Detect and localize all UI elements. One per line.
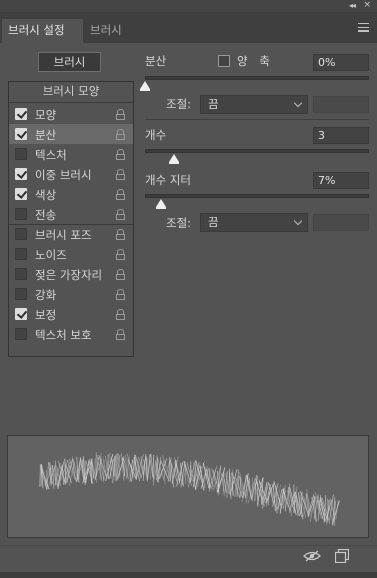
section-checkbox[interactable] xyxy=(15,128,27,140)
lock-icon[interactable] xyxy=(116,209,125,220)
section-item[interactable]: 젖은 가장자리 xyxy=(9,264,133,284)
section-item[interactable]: 텍스처 보호 xyxy=(9,324,133,344)
section-item[interactable]: 분산 xyxy=(9,124,133,144)
panel-menu-icon[interactable] xyxy=(358,23,369,32)
section-checkbox[interactable] xyxy=(15,188,27,200)
count-value-field[interactable]: 3 xyxy=(313,127,369,144)
eye-toggle-icon[interactable] xyxy=(303,550,321,562)
lock-icon[interactable] xyxy=(116,309,125,320)
section-label: 보정 xyxy=(35,308,57,322)
chevron-down-icon xyxy=(293,98,303,108)
tab-label: 브러시 설정 xyxy=(8,23,65,37)
section-item[interactable]: 텍스처 xyxy=(9,144,133,164)
section-label: 강화 xyxy=(35,288,57,302)
section-checkbox[interactable] xyxy=(15,108,27,120)
tab-brushes[interactable]: 브러시 xyxy=(84,19,128,43)
section-label: 젖은 가장자리 xyxy=(35,268,103,282)
count-jitter-control-field xyxy=(313,214,369,231)
count-jitter-value-field[interactable]: 7% xyxy=(313,172,369,189)
count-jitter-slider-track[interactable] xyxy=(145,194,369,198)
section-label: 텍스처 xyxy=(35,148,67,162)
section-label: 이중 브러시 xyxy=(35,168,92,182)
collapse-panel-icon[interactable]: ◂◂ xyxy=(349,1,356,10)
brush-settings-list: 브러시 모양 모양분산텍스처이중 브러시색상전송브러시 포즈노이즈젖은 가장자리… xyxy=(8,81,134,357)
count-jitter-control-select[interactable]: 끔 xyxy=(200,213,308,232)
section-item[interactable]: 전송 xyxy=(9,204,133,224)
section-item[interactable]: 브러시 포즈 xyxy=(9,224,133,244)
brush-stroke-preview-image xyxy=(39,452,340,526)
divider xyxy=(145,119,369,120)
scatter-slider-track[interactable] xyxy=(145,76,369,80)
section-label: 모양 xyxy=(35,108,57,122)
panel-bottom-edge xyxy=(0,572,377,578)
brushes-button[interactable]: 브러시 xyxy=(38,52,101,72)
tab-label: 브러시 xyxy=(90,23,122,37)
close-panel-icon[interactable]: × xyxy=(363,0,371,10)
count-jitter-slider-thumb[interactable] xyxy=(155,199,166,209)
section-label: 노이즈 xyxy=(35,248,67,262)
scatter-slider-thumb[interactable] xyxy=(140,81,150,91)
section-label: 텍스처 보호 xyxy=(35,328,92,342)
tab-bar: 브러시 설정 브러시 xyxy=(0,13,377,43)
both-axes-label: 양 축 xyxy=(237,54,274,68)
section-checkbox[interactable] xyxy=(15,168,27,180)
new-brush-icon[interactable] xyxy=(335,549,349,563)
footer-divider xyxy=(0,545,377,546)
section-label: 분산 xyxy=(35,128,57,142)
count-slider-track[interactable] xyxy=(145,149,369,153)
scatter-label: 분산 xyxy=(145,54,167,68)
chevron-down-icon xyxy=(293,216,303,226)
lock-icon[interactable] xyxy=(116,229,125,240)
brush-tip-shape-item[interactable]: 브러시 모양 xyxy=(9,82,133,103)
count-label: 개수 xyxy=(145,128,167,142)
lock-icon[interactable] xyxy=(116,109,125,120)
lock-icon[interactable] xyxy=(116,189,125,200)
section-item[interactable]: 강화 xyxy=(9,284,133,304)
section-checkbox[interactable] xyxy=(15,208,27,220)
section-checkbox[interactable] xyxy=(15,308,27,320)
both-axes-checkbox[interactable] xyxy=(218,55,230,67)
scatter-value-field[interactable]: 0% xyxy=(313,54,369,71)
lock-icon[interactable] xyxy=(116,149,125,160)
section-item[interactable]: 이중 브러시 xyxy=(9,164,133,184)
count-jitter-label: 개수 지터 xyxy=(145,173,191,187)
lock-icon[interactable] xyxy=(116,129,125,140)
section-item[interactable]: 색상 xyxy=(9,184,133,204)
count-jitter-control-label: 조절: xyxy=(166,216,192,230)
lock-icon[interactable] xyxy=(116,169,125,180)
scatter-control-label: 조절: xyxy=(166,97,192,111)
section-label: 전송 xyxy=(35,208,57,222)
section-item[interactable]: 노이즈 xyxy=(9,244,133,264)
scatter-control-select[interactable]: 끔 xyxy=(200,95,308,114)
lock-icon[interactable] xyxy=(116,269,125,280)
panel-title-strip: ◂◂ × xyxy=(0,0,377,13)
section-checkbox[interactable] xyxy=(15,228,27,240)
lock-icon[interactable] xyxy=(116,249,125,260)
tab-brush-settings[interactable]: 브러시 설정 xyxy=(2,19,83,43)
select-value: 끔 xyxy=(208,97,219,111)
lock-icon[interactable] xyxy=(116,289,125,300)
count-slider-thumb[interactable] xyxy=(169,154,180,164)
scatter-control-field xyxy=(313,96,369,113)
section-checkbox[interactable] xyxy=(15,248,27,260)
section-checkbox[interactable] xyxy=(15,148,27,160)
section-item[interactable]: 보정 xyxy=(9,304,133,324)
brush-stroke-preview xyxy=(7,435,369,538)
section-checkbox[interactable] xyxy=(15,268,27,280)
section-label: 색상 xyxy=(35,188,57,202)
section-label: 브러시 포즈 xyxy=(35,228,92,242)
section-item[interactable]: 모양 xyxy=(9,104,133,124)
select-value: 끔 xyxy=(208,215,219,229)
section-checkbox[interactable] xyxy=(15,288,27,300)
section-checkbox[interactable] xyxy=(15,328,27,340)
lock-icon[interactable] xyxy=(116,329,125,340)
